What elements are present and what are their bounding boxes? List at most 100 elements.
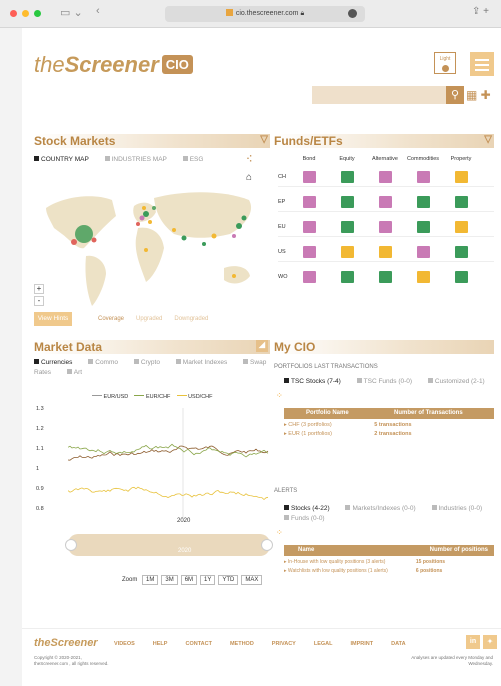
fund-cell[interactable] (303, 171, 316, 183)
zoom-in-button[interactable]: + (34, 284, 44, 294)
fund-cell[interactable] (379, 246, 392, 258)
fund-cell[interactable] (417, 246, 430, 258)
fund-cell[interactable] (379, 196, 392, 208)
legend-eurusd[interactable]: EUR/USD (92, 394, 128, 400)
funds-filter-icon[interactable]: ▽ (484, 134, 492, 145)
fund-cell[interactable] (417, 171, 430, 183)
fund-cell[interactable] (379, 221, 392, 233)
address-bar[interactable]: cio.thescreener.com 🔒︎ (165, 6, 365, 22)
fund-cell[interactable] (341, 271, 354, 283)
table-row[interactable]: ▸ EUR (1 portfolios) 2 transactions (284, 430, 412, 439)
zoom-out-button[interactable]: - (34, 296, 44, 306)
world-map[interactable] (34, 178, 270, 312)
expand-icon[interactable]: ⁘ (276, 391, 283, 400)
footer-link-legal[interactable]: LEGAL (314, 641, 333, 647)
fund-cell[interactable] (303, 221, 316, 233)
zoom-max-button[interactable]: MAX (241, 575, 263, 585)
favicon-icon (225, 9, 233, 16)
filter-icon[interactable]: ▽ (260, 134, 268, 145)
tab-alert-industries[interactable]: Industries (0-0) (431, 505, 490, 512)
zoom-1y-button[interactable]: 1Y (200, 575, 216, 585)
tab-commo[interactable]: Commo (88, 359, 125, 366)
tab-tsc-stocks[interactable]: TSC Stocks (7-4) (284, 378, 348, 385)
extension-icon[interactable] (348, 9, 357, 18)
fund-cell[interactable] (341, 221, 354, 233)
tab-tsc-funds[interactable]: TSC Funds (0-0) (356, 378, 419, 385)
chart-icon[interactable]: ◢ (256, 340, 268, 352)
tab-crypto[interactable]: Crypto (133, 359, 167, 366)
fund-cell[interactable] (417, 271, 430, 283)
footer-logo[interactable]: theScreener (34, 637, 98, 649)
range-handle-right[interactable] (261, 539, 273, 551)
footer-link-privacy[interactable]: PRIVACY (272, 641, 296, 647)
fund-cell[interactable] (341, 246, 354, 258)
range-navigator[interactable]: 2020 (65, 534, 273, 556)
fx-chart[interactable] (68, 408, 270, 518)
alert-tabs: Stocks (4-22) Markets/Indexes (0-0) Indu… (284, 504, 498, 524)
menu-button[interactable] (470, 52, 494, 76)
sidebar-toggle-icon[interactable]: ▭ ⌄ (60, 6, 83, 19)
fund-cell[interactable] (341, 196, 354, 208)
view-hints-button[interactable]: View Hints (34, 312, 72, 326)
usa-bubble[interactable] (75, 225, 93, 243)
alert-rows: ▸ In-House with low quality positions (3… (284, 558, 445, 576)
theme-label: Light (439, 56, 451, 62)
close-window-button[interactable] (10, 10, 17, 17)
tab-art[interactable]: Art (66, 369, 89, 376)
range-handle-left[interactable] (65, 539, 77, 551)
tab-esg[interactable]: ESG (182, 156, 211, 163)
back-icon[interactable]: ‹ (96, 5, 100, 17)
footer-link-data[interactable]: DATA (391, 641, 405, 647)
zoom-1m-button[interactable]: 1M (142, 575, 159, 585)
fund-cell[interactable] (379, 171, 392, 183)
tab-alert-markets[interactable]: Markets/Indexes (0-0) (345, 505, 422, 512)
y-tick: 1 (36, 466, 40, 472)
search-icon[interactable]: ⚲ (446, 86, 464, 104)
chart-legend: EUR/USD EUR/CHF USD/CHF (92, 394, 213, 400)
footer-link-videos[interactable]: VIDEOS (114, 641, 135, 647)
screener-icons[interactable]: ▦ ✚ (466, 88, 491, 102)
legend-eurchf[interactable]: EUR/CHF (134, 394, 170, 400)
share-map-icon[interactable]: ⠪ (246, 154, 253, 165)
fund-cell[interactable] (455, 271, 468, 283)
tab-industries-map[interactable]: INDUSTRIES MAP (104, 156, 174, 163)
tab-customized[interactable]: Customized (2-1) (427, 378, 492, 385)
legend-usdchf[interactable]: USD/CHF (176, 394, 213, 400)
share-icon[interactable]: ⇪ + (472, 6, 489, 17)
twitter-icon[interactable]: ✦ (483, 635, 497, 649)
footer-link-imprint[interactable]: IMPRINT (350, 641, 373, 647)
search-input[interactable] (312, 86, 462, 104)
footer-link-contact[interactable]: CONTACT (185, 641, 211, 647)
zoom-window-button[interactable] (34, 10, 41, 17)
tab-market-indexes[interactable]: Market Indexes (175, 359, 234, 366)
linkedin-icon[interactable]: in (466, 635, 480, 649)
fund-cell[interactable] (417, 196, 430, 208)
fund-cell[interactable] (455, 196, 468, 208)
fund-cell[interactable] (379, 271, 392, 283)
theme-toggle[interactable]: Light (434, 52, 456, 74)
tab-country-map[interactable]: COUNTRY MAP (34, 156, 96, 163)
fund-cell[interactable] (455, 246, 468, 258)
zoom-ytd-button[interactable]: YTD (218, 575, 239, 585)
tab-currencies[interactable]: Currencies (34, 359, 79, 366)
fund-cell[interactable] (455, 221, 468, 233)
fund-cell[interactable] (303, 271, 316, 283)
zoom-6m-button[interactable]: 6M (180, 575, 198, 585)
table-row[interactable]: ▸ In-House with low quality positions (3… (284, 558, 445, 567)
footer-link-help[interactable]: HELP (153, 641, 168, 647)
zoom-3m-button[interactable]: 3M (161, 575, 178, 585)
table-row[interactable]: ▸ CHF (3 portfolios) 5 transactions (284, 421, 412, 430)
fund-cell[interactable] (303, 246, 316, 258)
footer-link-method[interactable]: METHOD (230, 641, 254, 647)
tab-alert-stocks[interactable]: Stocks (4-22) (284, 505, 337, 512)
fund-cell[interactable] (341, 171, 354, 183)
table-row[interactable]: ▸ Watchlists with low quality positions … (284, 567, 445, 576)
fund-cell[interactable] (455, 171, 468, 183)
fund-cell[interactable] (303, 196, 316, 208)
fund-cell[interactable] (417, 221, 430, 233)
alerts-expand-icon[interactable]: ⁘ (276, 528, 283, 537)
site-logo[interactable]: theScreener CIO (34, 52, 193, 78)
minimize-window-button[interactable] (22, 10, 29, 17)
funds-row-us: US (278, 249, 286, 255)
tab-alert-funds[interactable]: Funds (0-0) (284, 515, 332, 522)
